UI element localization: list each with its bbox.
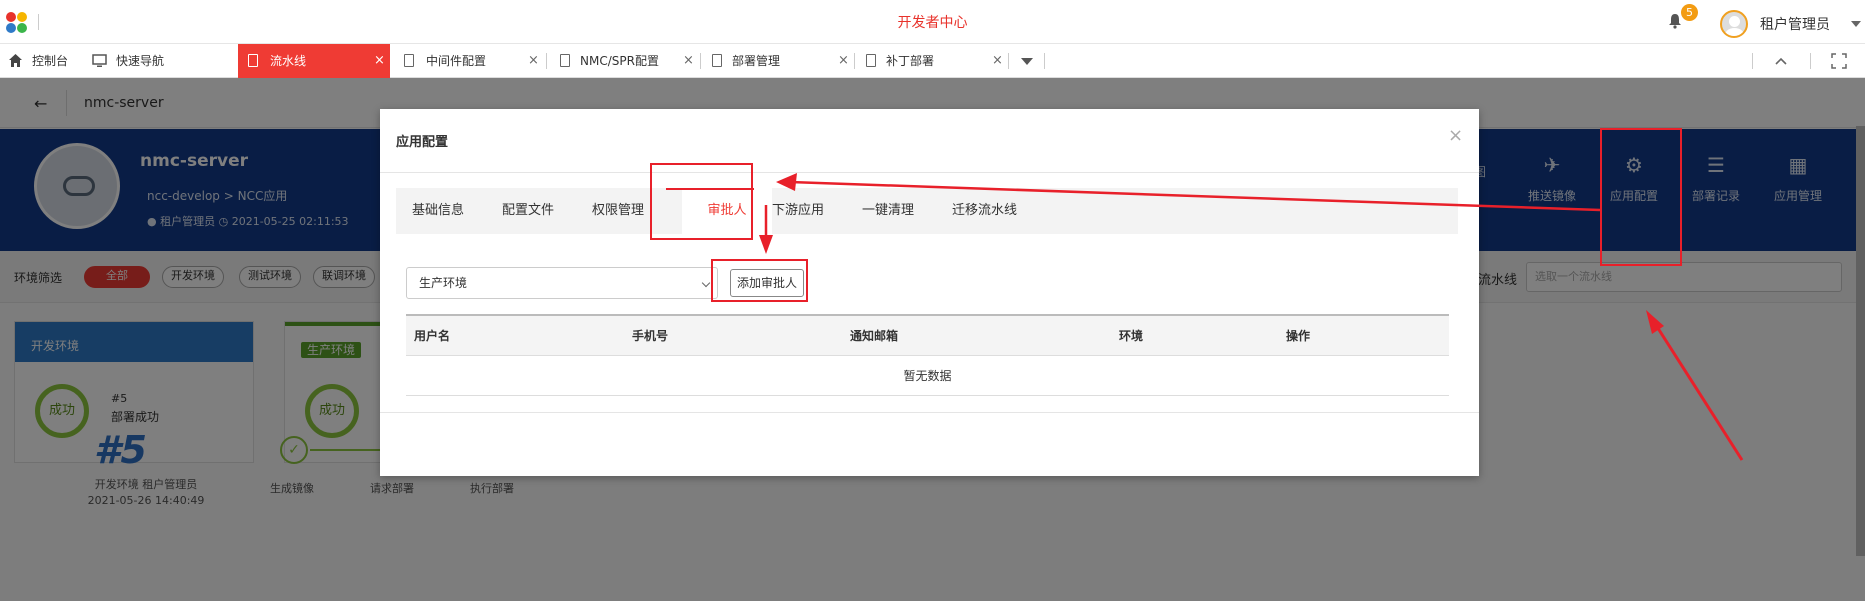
- annotation-arrows: [666, 173, 1744, 461]
- arrowhead-icon: [776, 173, 797, 191]
- arrowhead-icon: [759, 235, 773, 254]
- annotation-arrow: [1652, 321, 1744, 461]
- arrowhead-icon: [1646, 310, 1664, 334]
- annotation-arrow: [789, 180, 1601, 212]
